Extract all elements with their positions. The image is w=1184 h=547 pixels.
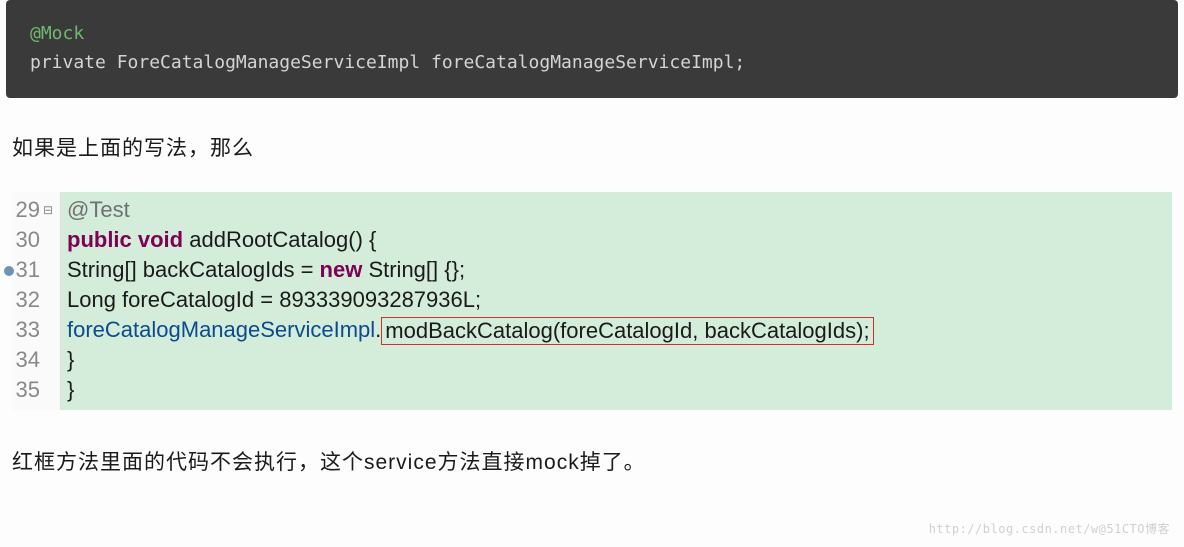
line-number: 34 (12, 345, 40, 376)
gutter-row: 35 (12, 376, 56, 406)
method-sig: addRootCatalog() { (183, 225, 376, 256)
code-text: Long foreCatalogId = 893339093287936L; (67, 285, 481, 316)
code-line-1: @Mock (30, 20, 1154, 49)
code-line: String[] backCatalogIds = new String[] {… (67, 256, 1166, 286)
var-name: foreCatalogManageServiceImpl; (431, 52, 745, 73)
brace: } (67, 345, 74, 376)
variable-ref: foreCatalogManageServiceImpl (67, 315, 375, 346)
code-line: public void addRootCatalog() { (67, 226, 1166, 256)
gutter-row: 29⊟ (12, 196, 56, 226)
watermark: http://blog.csdn.net/w@51CTO博客 (929, 520, 1170, 537)
annotation-text: @Mock (30, 23, 84, 44)
code-line: @Test (67, 196, 1166, 226)
gutter-row: 33 (12, 316, 56, 346)
line-number: 35 (12, 375, 40, 406)
ide-code-block: 29⊟ 30 31 32 33 34 35 @Test public void … (12, 192, 1172, 410)
line-number: 31 (12, 255, 40, 286)
type-name: ForeCatalogManageServiceImpl (117, 52, 420, 73)
dark-code-block: @Mock private ForeCatalogManageServiceIm… (6, 0, 1178, 98)
keyword: public void (67, 225, 183, 256)
line-number: 30 (12, 225, 40, 256)
code-line-2: private ForeCatalogManageServiceImpl for… (30, 49, 1154, 78)
code-area: @Test public void addRootCatalog() { Str… (61, 192, 1172, 410)
keyword: private (30, 52, 106, 73)
brace: } (67, 375, 74, 406)
code-line: } (67, 346, 1166, 376)
gutter-row-breakpoint[interactable]: 31 (12, 256, 56, 286)
line-number: 29 (12, 195, 40, 226)
gutter-row: 32 (12, 286, 56, 316)
line-number: 33 (12, 315, 40, 346)
code-text: String[] {}; (362, 255, 465, 286)
fold-icon[interactable]: ⊟ (42, 202, 54, 219)
keyword: new (320, 255, 363, 286)
code-line: } (67, 376, 1166, 406)
paragraph-1: 如果是上面的写法，那么 (0, 98, 1184, 192)
code-text: String[] backCatalogIds = (67, 255, 320, 286)
gutter-row: 30 (12, 226, 56, 256)
code-line: Long foreCatalogId = 893339093287936L; (67, 286, 1166, 316)
line-number: 32 (12, 285, 40, 316)
annotation: @Test (67, 195, 130, 226)
paragraph-2: 红框方法里面的代码不会执行，这个service方法直接mock掉了。 (0, 410, 1184, 476)
gutter-row: 34 (12, 346, 56, 376)
gutter: 29⊟ 30 31 32 33 34 35 (12, 192, 61, 410)
highlighted-method-call: modBackCatalog(foreCatalogId, backCatalo… (381, 317, 873, 345)
code-line: foreCatalogManageServiceImpl.modBackCata… (67, 316, 1166, 346)
